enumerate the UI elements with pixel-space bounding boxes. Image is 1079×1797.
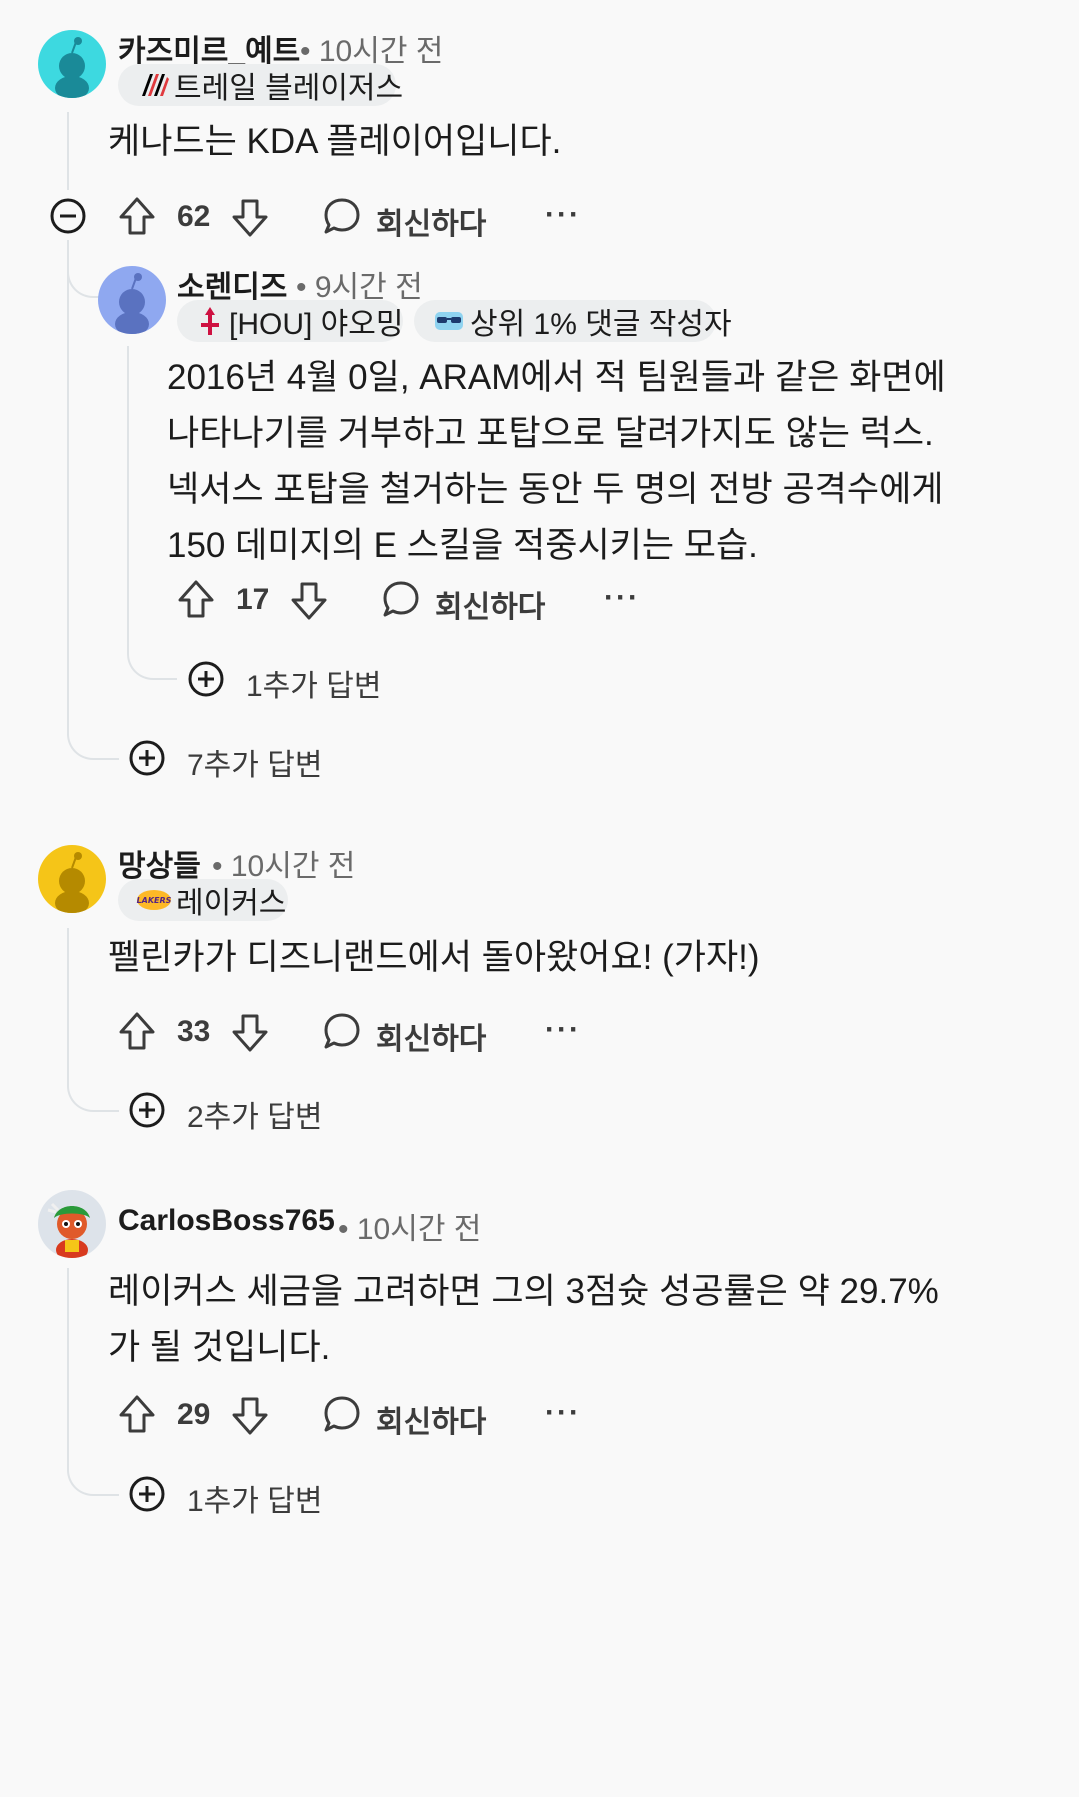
upvote-button[interactable] bbox=[118, 1011, 156, 1051]
avatar[interactable] bbox=[38, 845, 106, 913]
flair-label: 레이커스 bbox=[176, 887, 287, 920]
downvote-button[interactable] bbox=[231, 198, 269, 238]
plus-circle-icon bbox=[129, 1092, 165, 1128]
more-replies-label: 7추가 답변 bbox=[187, 749, 323, 782]
downvote-arrow-icon bbox=[232, 199, 268, 237]
snoo-avatar-icon bbox=[115, 273, 149, 334]
reply-label: 회신하다 bbox=[376, 1406, 487, 1439]
comment-bubble-icon bbox=[324, 198, 360, 234]
reply-button[interactable]: 회신하다 bbox=[322, 1011, 492, 1056]
avatar[interactable] bbox=[98, 266, 166, 334]
more-replies-button[interactable]: 2추가 답변 bbox=[127, 1090, 327, 1134]
vote-count: 62 bbox=[177, 200, 211, 233]
comment-body: 2016년 4월 0일, ARAM에서 적 팀원들과 같은 화면에 나타나기를 … bbox=[167, 358, 946, 565]
more-options-button[interactable]: ··· bbox=[545, 198, 581, 232]
thread-connector bbox=[127, 640, 177, 680]
thread-line bbox=[67, 928, 69, 1073]
more-replies-label: 1추가 답변 bbox=[246, 670, 382, 703]
more-options-button[interactable]: ··· bbox=[545, 1013, 581, 1047]
downvote-button[interactable] bbox=[231, 1013, 269, 1053]
avatar[interactable] bbox=[38, 1190, 106, 1258]
user-flair: 트레일 블레이저스 bbox=[118, 64, 403, 106]
upvote-arrow-icon bbox=[119, 1395, 155, 1433]
comment-bubble-icon bbox=[383, 581, 419, 617]
upvote-button[interactable] bbox=[118, 1394, 156, 1434]
upvote-arrow-icon bbox=[119, 197, 155, 235]
collapse-thread-button[interactable] bbox=[49, 197, 87, 235]
thread-line bbox=[67, 112, 69, 190]
more-options-button[interactable]: ··· bbox=[604, 581, 640, 615]
snoo-avatar-icon bbox=[55, 37, 89, 98]
plus-circle-icon bbox=[129, 1476, 165, 1512]
badge-label: 상위 1% 댓글 작성자 bbox=[470, 308, 732, 341]
reply-button[interactable]: 회신하다 bbox=[322, 1394, 492, 1439]
user-flair: LAKERS 레이커스 bbox=[118, 879, 288, 921]
more-replies-button[interactable]: 1추가 답변 bbox=[127, 1474, 327, 1518]
snoo-avatar-icon bbox=[55, 852, 89, 913]
user-flair: [HOU] 야오밍 bbox=[177, 300, 403, 342]
vote-count: 33 bbox=[177, 1015, 211, 1048]
lakers-logo-icon: LAKERS bbox=[136, 889, 172, 911]
more-options-button[interactable]: ··· bbox=[545, 1396, 581, 1430]
minus-circle-icon bbox=[50, 198, 86, 234]
reply-label: 회신하다 bbox=[435, 591, 546, 624]
upvote-arrow-icon bbox=[119, 1012, 155, 1050]
sunglasses-badge-icon bbox=[432, 306, 466, 336]
rockets-logo-icon bbox=[195, 305, 225, 337]
reply-label: 회신하다 bbox=[376, 208, 487, 241]
reply-button[interactable]: 회신하다 bbox=[381, 579, 551, 624]
downvote-arrow-icon bbox=[232, 1397, 268, 1435]
vote-count: 29 bbox=[177, 1398, 211, 1431]
timestamp: • 10시간 전 bbox=[338, 1213, 482, 1246]
svg-text:LAKERS: LAKERS bbox=[137, 896, 172, 905]
more-replies-button[interactable]: 7추가 답변 bbox=[127, 738, 327, 782]
upvote-arrow-icon bbox=[178, 580, 214, 618]
thread-line bbox=[67, 1268, 69, 1458]
reply-button[interactable]: 회신하다 bbox=[322, 196, 492, 241]
downvote-arrow-icon bbox=[232, 1014, 268, 1052]
reply-label: 회신하다 bbox=[376, 1023, 487, 1056]
more-replies-label: 1추가 답변 bbox=[187, 1485, 323, 1518]
downvote-button[interactable] bbox=[290, 581, 328, 621]
vote-count: 17 bbox=[236, 583, 270, 616]
downvote-button[interactable] bbox=[231, 1396, 269, 1436]
thread-line bbox=[67, 240, 69, 735]
trail-blazers-logo-icon bbox=[136, 68, 170, 102]
comment-body: 케나드는 KDA 플레이어입니다. bbox=[108, 122, 562, 161]
thread-connector bbox=[67, 720, 119, 760]
plus-circle-icon bbox=[129, 740, 165, 776]
flair-label: [HOU] 야오밍 bbox=[229, 308, 404, 341]
username[interactable]: CarlosBoss765 bbox=[118, 1204, 335, 1238]
thread-connector bbox=[67, 1072, 119, 1112]
upvote-button[interactable] bbox=[177, 579, 215, 619]
thread-connector bbox=[67, 1456, 119, 1496]
comment-bubble-icon bbox=[324, 1013, 360, 1049]
flair-label: 트레일 블레이저스 bbox=[174, 72, 404, 105]
upvote-button[interactable] bbox=[118, 196, 156, 236]
more-replies-label: 2추가 답변 bbox=[187, 1101, 323, 1134]
top-commenter-badge: 상위 1% 댓글 작성자 bbox=[414, 300, 732, 342]
comment-bubble-icon bbox=[324, 1396, 360, 1432]
downvote-arrow-icon bbox=[291, 582, 327, 620]
thread-line bbox=[127, 346, 129, 646]
custom-snoo-avatar-icon bbox=[47, 1202, 90, 1258]
thread-connector bbox=[67, 240, 99, 298]
comment-body: 레이커스 세금을 고려하면 그의 3점슛 성공률은 약 29.7% 가 될 것입… bbox=[108, 1272, 939, 1367]
more-replies-button[interactable]: 1추가 답변 bbox=[186, 659, 386, 703]
comment-body: 펠린카가 디즈니랜드에서 돌아왔어요! (가자!) bbox=[108, 938, 760, 977]
avatar[interactable] bbox=[38, 30, 106, 98]
plus-circle-icon bbox=[188, 661, 224, 697]
